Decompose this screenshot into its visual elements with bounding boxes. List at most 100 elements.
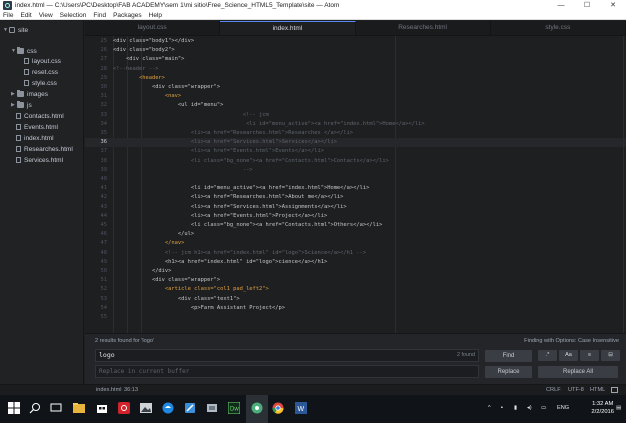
menu-help[interactable]: Help (149, 12, 162, 19)
tray-chevron-up-icon[interactable]: ^ (488, 405, 491, 411)
code-line[interactable]: 41 <li id="menu_active"><a href="index.h… (85, 184, 626, 193)
search-icon[interactable] (29, 402, 41, 414)
code-line[interactable]: 50 </div> (85, 267, 626, 276)
replace-input[interactable]: Replace in current buffer (95, 365, 479, 378)
code-line[interactable]: 27 <div class="main"> (85, 55, 626, 64)
line-number: 27 (100, 56, 108, 63)
dreamweaver-icon[interactable]: Dw (228, 402, 240, 414)
code-line[interactable]: 29 <header> (85, 74, 626, 83)
selection-option-button[interactable]: ≡ (580, 350, 599, 361)
menu-selection[interactable]: Selection (60, 12, 87, 19)
code-line[interactable]: 55 (85, 313, 626, 322)
menu-packages[interactable]: Packages (113, 12, 142, 19)
word-icon[interactable]: W (295, 402, 307, 414)
tree-item-js[interactable]: ▶ js (11, 100, 32, 110)
menu-find[interactable]: Find (93, 12, 106, 19)
code-line[interactable]: 48 <!-- jcm h1><a href="index.html" id="… (85, 249, 626, 258)
code-line[interactable]: 39 --> (85, 166, 626, 175)
code-line[interactable]: 34 <li id="menu_active"><a href="index.h… (85, 120, 626, 129)
task-view-icon[interactable] (50, 402, 62, 414)
input-language[interactable]: ENG (557, 405, 569, 411)
status-encoding[interactable]: UTF-8 (568, 387, 584, 393)
line-number: 55 (100, 314, 108, 320)
network-icon[interactable]: ▮ (514, 405, 517, 411)
system-clock[interactable]: 1:32 AM 2/2/2016 (591, 400, 614, 416)
code-line[interactable]: 44 <li><a href="Events.html">Project</a>… (85, 212, 626, 221)
code-text: </div> (113, 268, 172, 274)
tree-item-contacts-html[interactable]: Contacts.html (11, 111, 64, 121)
code-line[interactable]: 43 <li><a href="Services.html">Assignmen… (85, 203, 626, 212)
tree-root[interactable]: ▼ site (3, 25, 28, 35)
utility-app-icon[interactable] (206, 402, 218, 414)
tab-style-css[interactable]: style.css (491, 21, 626, 35)
code-line[interactable]: 45 <li class="bg_none"><a href="Contacts… (85, 221, 626, 230)
code-line[interactable]: 30 <div class="wrapper"> (85, 83, 626, 92)
code-line[interactable]: 53 <div class="text1"> (85, 295, 626, 304)
close-button[interactable]: ✕ (600, 0, 626, 11)
edge-browser-icon[interactable] (162, 402, 174, 414)
code-line[interactable]: 35 <li><a href="Researches.html">Researc… (85, 129, 626, 138)
replace-all-button[interactable]: Replace All (538, 366, 618, 378)
code-line[interactable]: 42 <li><a href="Researches.html">About m… (85, 193, 626, 202)
photos-icon[interactable] (140, 402, 152, 414)
atom-editor-icon[interactable] (251, 402, 263, 414)
notifications-icon[interactable]: ▤ (616, 405, 621, 411)
tree-item-events-html[interactable]: Events.html (11, 122, 58, 132)
find-input[interactable]: logo 2 found (95, 349, 479, 362)
code-line[interactable]: 28 <!--header --> (85, 65, 626, 74)
tree-item-css[interactable]: ▼ css (11, 46, 37, 56)
code-line[interactable]: 47 </nav> (85, 239, 626, 248)
case-option-button[interactable]: Aa (559, 350, 578, 361)
menu-edit[interactable]: Edit (20, 12, 31, 19)
battery-icon[interactable]: ▭ (541, 405, 546, 411)
tree-item-reset-css[interactable]: reset.css (19, 67, 58, 77)
status-line-ending[interactable]: CRLF (546, 387, 561, 393)
maximize-button[interactable]: ☐ (574, 0, 600, 11)
code-line[interactable]: 52 <article class="col1 pad_left2"> (85, 285, 626, 294)
status-grammar[interactable]: HTML (590, 387, 605, 393)
tab-index-html[interactable]: index.html (220, 21, 356, 35)
status-file[interactable]: index.html (96, 387, 122, 393)
replace-button[interactable]: Replace (485, 366, 532, 378)
code-line[interactable]: 26 <div class="body2"> (85, 46, 626, 55)
tab-layout-css[interactable]: layout.css (85, 21, 221, 35)
code-line[interactable]: 49 <h1><a href="index.html" id="logo">ci… (85, 258, 626, 267)
vertical-scrollbar[interactable] (623, 36, 624, 333)
tab-researches-html[interactable]: Researches.html (356, 21, 491, 35)
recorder-app-icon[interactable] (118, 402, 130, 414)
code-line[interactable]: 40 (85, 175, 626, 184)
store-icon[interactable] (96, 402, 108, 414)
menu-file[interactable]: File (3, 12, 13, 19)
chrome-browser-icon[interactable] (272, 402, 284, 414)
tray-app-icon[interactable]: ▪ (501, 405, 503, 411)
whole-word-option-button[interactable]: ⊟ (601, 350, 620, 361)
find-status: 2 results found for 'logo' (95, 338, 155, 344)
package-icon[interactable] (611, 387, 618, 393)
code-editor[interactable]: 25 <div class="body1"></div> 26 <div class=… (85, 36, 626, 333)
volume-icon[interactable]: ◂) (527, 405, 532, 411)
code-line[interactable]: 54 <p>Farm Assistant Project</p> (85, 304, 626, 313)
tree-item-index-html[interactable]: index.html (11, 133, 54, 143)
code-line[interactable]: 51 <div class="wrapper"> (85, 276, 626, 285)
regex-option-button[interactable]: .* (538, 350, 557, 361)
tree-item-services-html[interactable]: Services.html (11, 155, 63, 165)
status-cursor[interactable]: 36:13 (124, 387, 138, 393)
settings-tool-icon[interactable] (184, 402, 196, 414)
code-line[interactable]: 32 <ul id="menu"> (85, 101, 626, 110)
code-line[interactable]: 36 <li><a href="Services.html">Services<… (85, 138, 626, 148)
menu-view[interactable]: View (39, 12, 53, 19)
find-button[interactable]: Find (485, 350, 532, 362)
minimize-button[interactable]: — (548, 0, 574, 11)
code-line[interactable]: 46 </ul> (85, 230, 626, 239)
tree-item-style-css[interactable]: style.css (19, 78, 57, 88)
code-line[interactable]: 25 <div class="body1"></div> (85, 37, 626, 46)
file-explorer-icon[interactable] (73, 402, 85, 414)
code-line[interactable]: 37 <li><a href="Events.html">Events</a><… (85, 147, 626, 156)
code-line[interactable]: 31 <nav> (85, 92, 626, 101)
code-line[interactable]: 38 <li class="bg_none"><a href="Contacts… (85, 157, 626, 166)
windows-start-icon[interactable] (8, 402, 20, 414)
tree-item-layout-css[interactable]: layout.css (19, 56, 61, 66)
tree-item-images[interactable]: ▶ images (11, 89, 48, 99)
tree-item-researches-html[interactable]: Researches.html (11, 144, 73, 154)
code-line[interactable]: 33 <!-- jcm (85, 111, 626, 120)
